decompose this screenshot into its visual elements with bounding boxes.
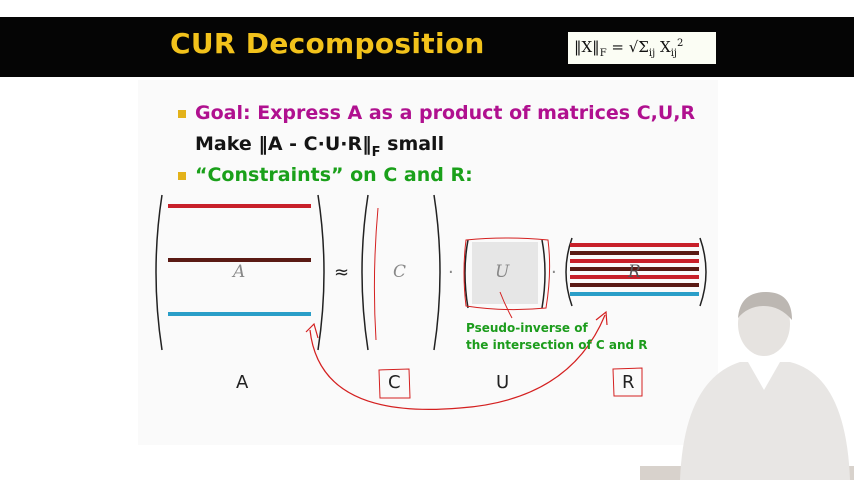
matrix-c-right-bracket bbox=[433, 194, 441, 351]
matrix-a-row-blue bbox=[168, 312, 311, 316]
matrix-c-left-bracket bbox=[361, 194, 369, 351]
matrix-u-symbol: U bbox=[495, 262, 510, 282]
dot-symbol: · bbox=[448, 262, 454, 283]
matrix-a-symbol: A bbox=[233, 262, 246, 282]
label-r: R bbox=[622, 372, 635, 393]
label-a: A bbox=[236, 372, 249, 393]
approx-symbol: ≈ bbox=[334, 262, 350, 283]
arrowhead-left bbox=[305, 322, 319, 339]
presenter-image bbox=[640, 292, 854, 480]
matrix-r-row bbox=[570, 251, 699, 255]
label-c: C bbox=[388, 372, 401, 393]
pseudo-inverse-note: Pseudo-inverse of the intersection of C … bbox=[466, 320, 648, 354]
matrix-c-symbol: C bbox=[393, 262, 407, 282]
matrix-a-left-bracket bbox=[155, 194, 163, 351]
matrix-a-row-red bbox=[168, 204, 311, 208]
matrix-a-right-bracket bbox=[317, 194, 325, 351]
matrix-r-symbol: R bbox=[628, 262, 641, 282]
note-line-2: the intersection of C and R bbox=[466, 338, 648, 352]
note-line-1: Pseudo-inverse of bbox=[466, 321, 588, 335]
label-u: U bbox=[496, 372, 510, 393]
matrix-r-row bbox=[570, 243, 699, 247]
dot-symbol: · bbox=[551, 262, 557, 283]
matrix-u-right-bracket bbox=[541, 239, 546, 309]
matrix-c-column-annotation bbox=[373, 207, 379, 341]
matrix-r-row bbox=[570, 283, 699, 287]
